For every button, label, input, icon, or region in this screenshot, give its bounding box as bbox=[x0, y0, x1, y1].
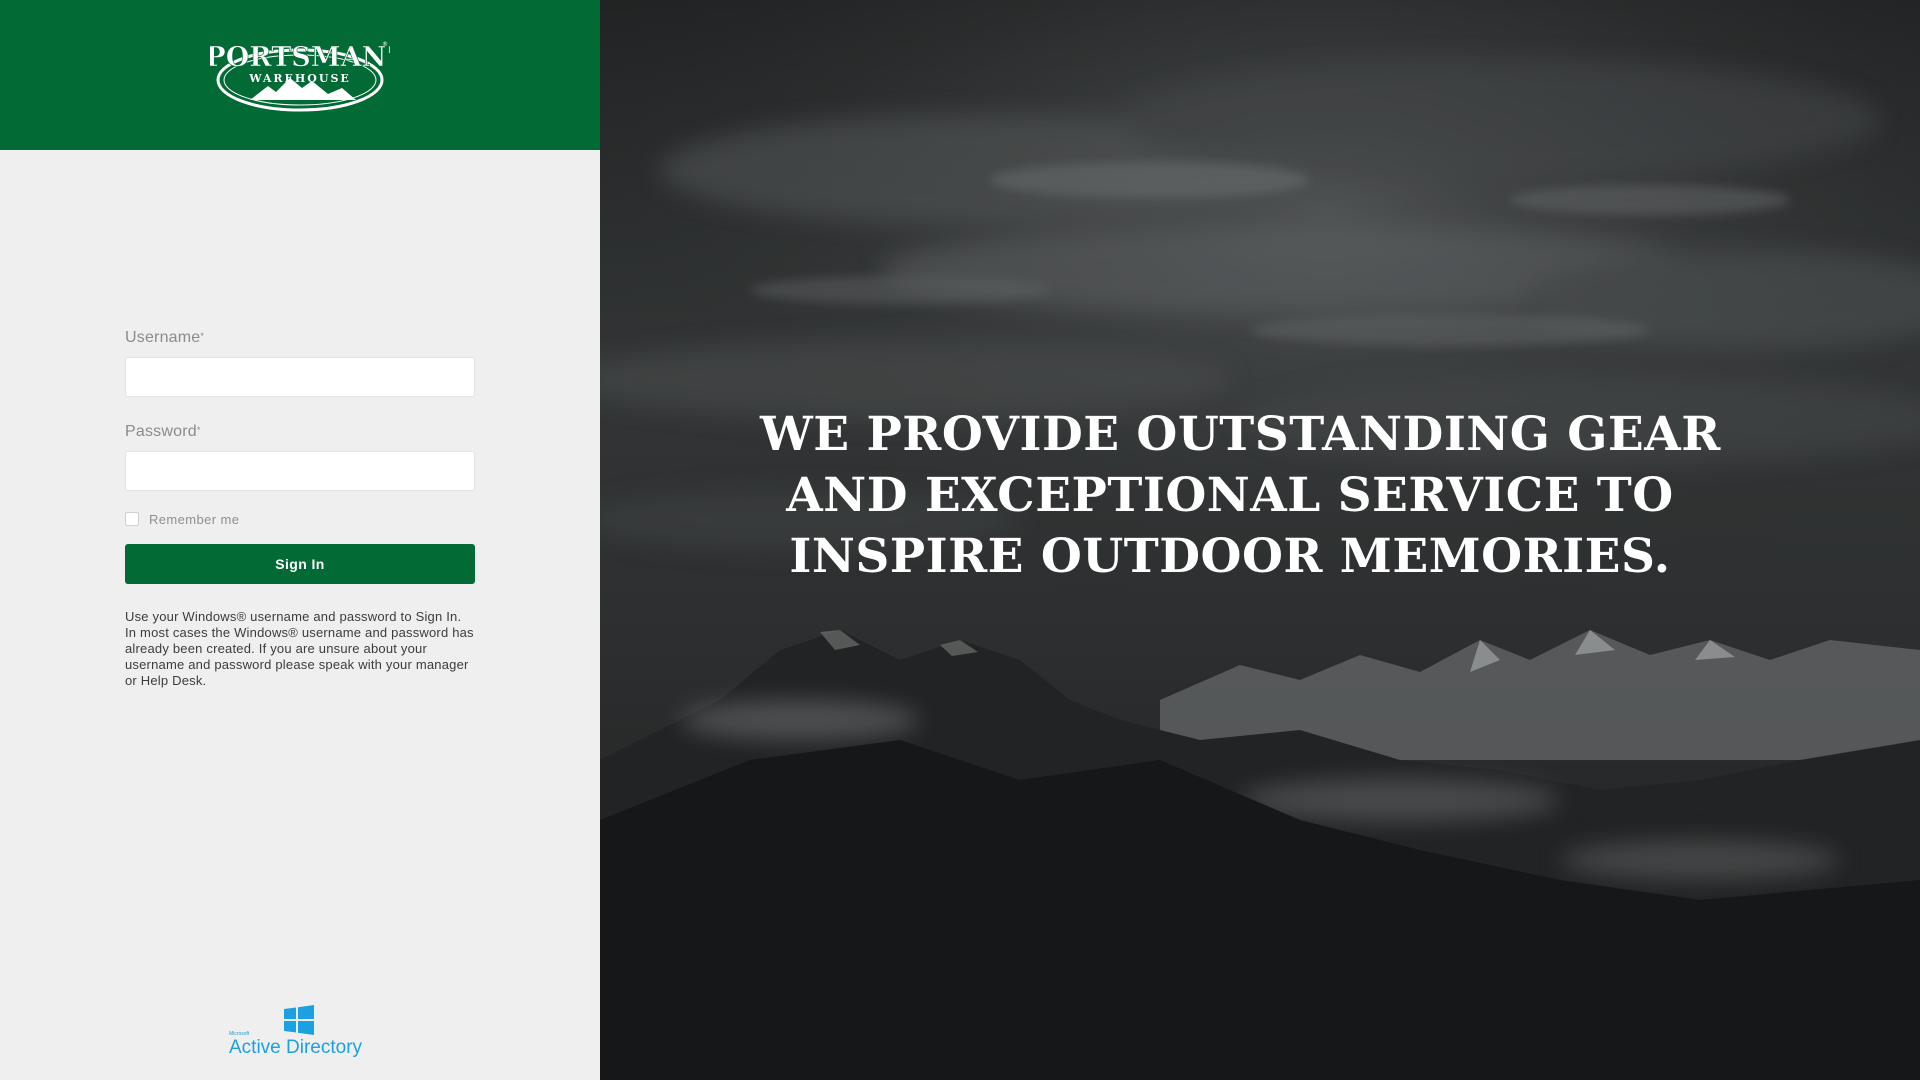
username-label-text: Username bbox=[125, 329, 201, 346]
active-directory-logo: Microsoft Active Directory bbox=[228, 1005, 373, 1059]
remember-me-checkbox[interactable] bbox=[125, 512, 139, 526]
login-panel: SPORTSMAN'S WAREHOUSE ® Username* Passwo… bbox=[0, 0, 600, 1080]
remember-me-row[interactable]: Remember me bbox=[125, 511, 475, 527]
windows-logo-icon bbox=[284, 1005, 314, 1035]
password-label: Password* bbox=[125, 422, 475, 442]
sign-in-button[interactable]: Sign In bbox=[125, 544, 475, 584]
login-form: Username* Password* Remember me Sign In … bbox=[125, 328, 475, 689]
svg-text:SPORTSMAN'S: SPORTSMAN'S bbox=[210, 42, 390, 73]
tagline-line-1: WE PROVIDE OUTSTANDING GEAR bbox=[760, 407, 1721, 462]
svg-text:WAREHOUSE: WAREHOUSE bbox=[248, 72, 351, 85]
sign-in-help-text: Use your Windows® username and password … bbox=[125, 609, 474, 688]
login-page: SPORTSMAN'S WAREHOUSE ® Username* Passwo… bbox=[0, 0, 1920, 1080]
brand-header: SPORTSMAN'S WAREHOUSE ® bbox=[0, 0, 600, 150]
tagline-line-3: INSPIRE OUTDOOR MEMORIES. bbox=[789, 529, 1671, 584]
remember-me-label[interactable]: Remember me bbox=[149, 512, 239, 527]
password-input[interactable] bbox=[125, 451, 475, 491]
sportsmans-warehouse-logo: SPORTSMAN'S WAREHOUSE ® bbox=[210, 34, 390, 116]
ad-logo-text: Active Directory bbox=[229, 1037, 363, 1058]
username-label: Username* bbox=[125, 328, 475, 348]
username-input[interactable] bbox=[125, 357, 475, 397]
password-label-text: Password bbox=[125, 423, 197, 440]
password-required-mark: * bbox=[196, 425, 201, 435]
hero-tagline: WE PROVIDE OUTSTANDING GEAR AND EXCEPTIO… bbox=[760, 404, 1721, 587]
tagline-line-2: AND EXCEPTIONAL SERVICE TO bbox=[786, 468, 1674, 523]
username-required-mark: * bbox=[200, 331, 205, 341]
svg-text:®: ® bbox=[382, 41, 388, 48]
hero-panel: WE PROVIDE OUTSTANDING GEAR AND EXCEPTIO… bbox=[600, 0, 1920, 1080]
